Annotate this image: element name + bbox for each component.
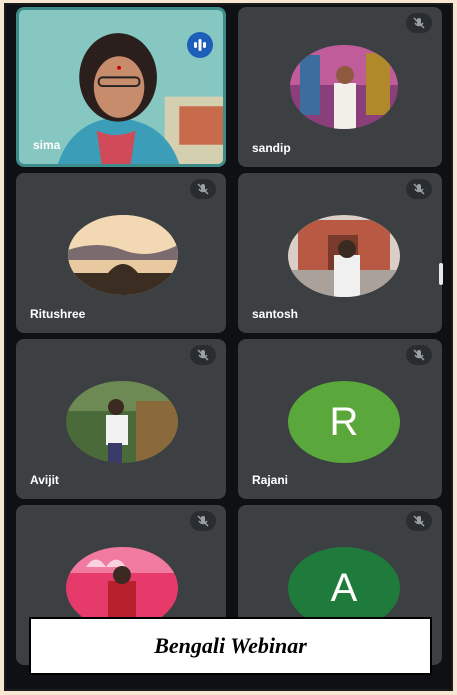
mic-off-icon (190, 345, 216, 365)
participant-name: Avijit (30, 473, 59, 487)
avatar (68, 215, 178, 295)
mic-off-icon (406, 511, 432, 531)
mic-off-icon (190, 511, 216, 531)
speaking-indicator-icon (187, 32, 213, 58)
participant-tile-avijit[interactable]: Avijit (16, 339, 226, 499)
scrollbar[interactable] (439, 263, 443, 285)
avatar: R (288, 381, 400, 463)
mic-off-icon (406, 345, 432, 365)
meeting-window: sima sandip Ritushree santosh Avijit R R… (4, 3, 453, 691)
caption-banner: Bengali Webinar (29, 617, 432, 675)
participant-tile-ritushree[interactable]: Ritushree (16, 173, 226, 333)
participant-tile-sandip[interactable]: sandip (238, 7, 442, 167)
avatar (66, 381, 178, 463)
participant-tile-santosh[interactable]: santosh (238, 173, 442, 333)
participant-grid: sima sandip Ritushree santosh Avijit R R… (16, 7, 442, 689)
participant-name: Ritushree (30, 307, 86, 321)
participant-name: santosh (252, 307, 299, 321)
mic-off-icon (406, 179, 432, 199)
participant-tile-sima[interactable]: sima (16, 7, 226, 167)
mic-off-icon (406, 13, 432, 33)
participant-name: sandip (252, 141, 291, 155)
participant-tile-rajani[interactable]: R Rajani (238, 339, 442, 499)
avatar (288, 215, 400, 297)
avatar (290, 45, 398, 129)
participant-name: Rajani (252, 473, 289, 487)
mic-off-icon (190, 179, 216, 199)
participant-name: sima (33, 138, 61, 152)
